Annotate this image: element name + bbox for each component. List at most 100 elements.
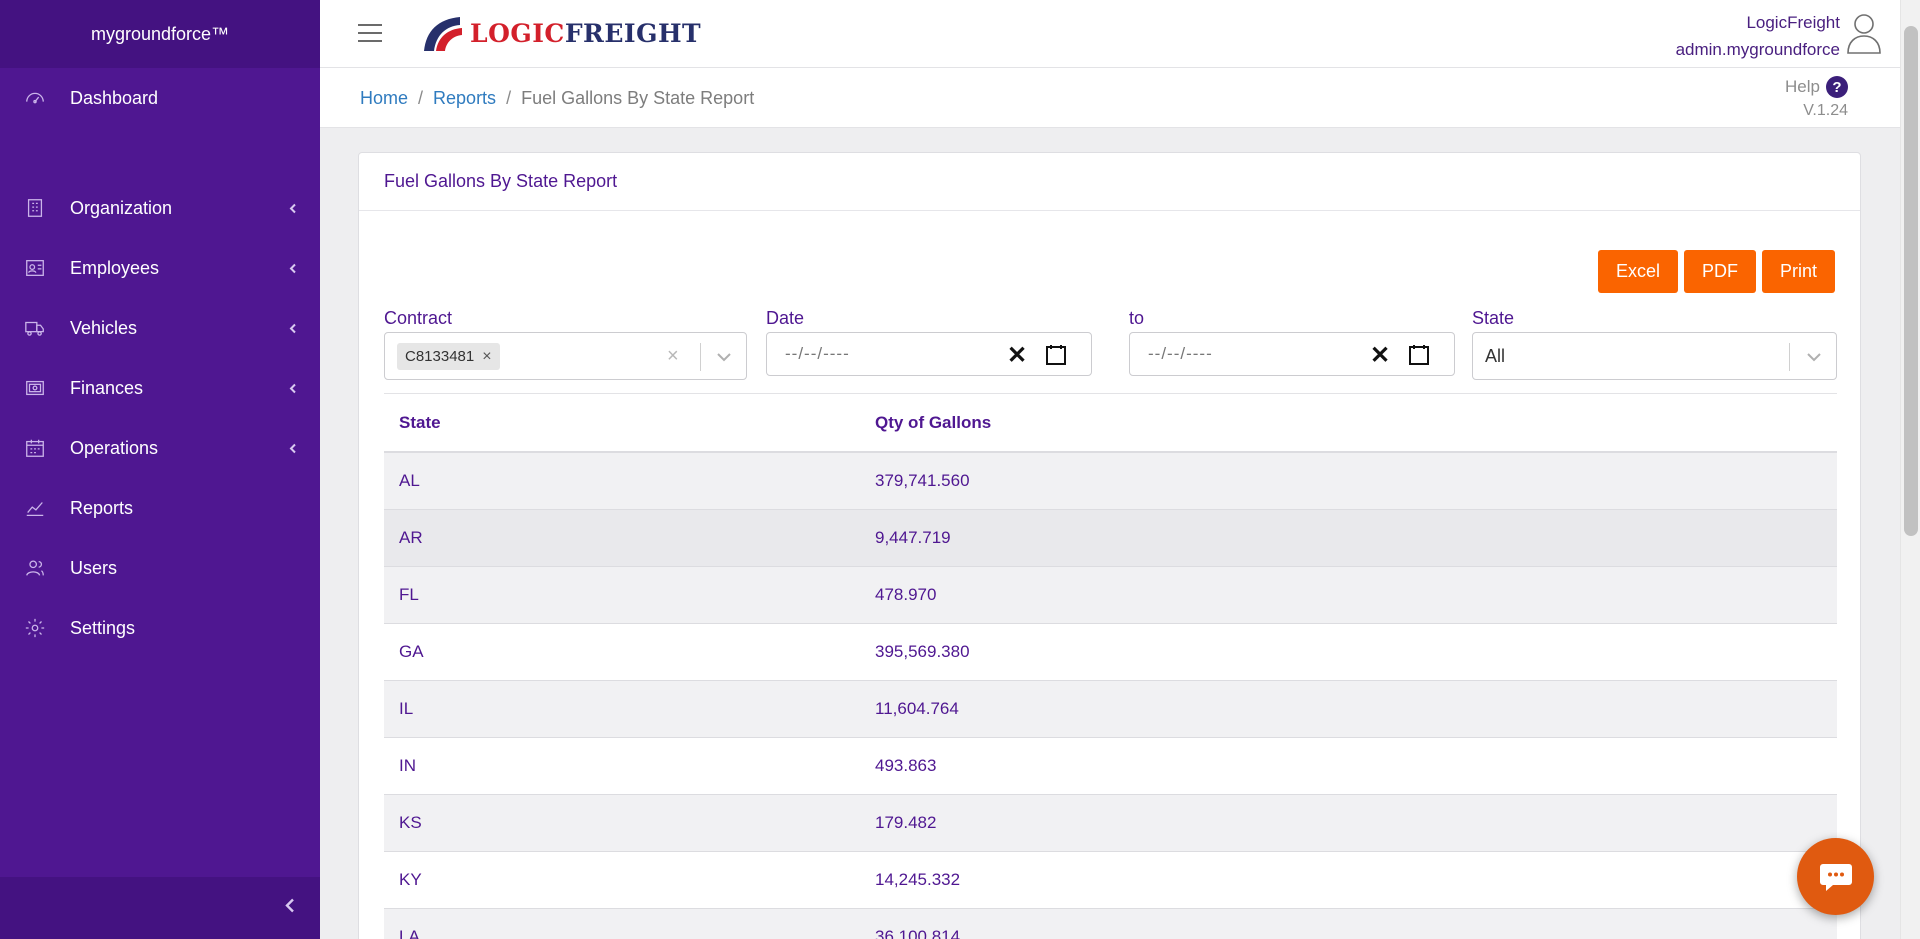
sidebar-nav: Dashboard Organization Employees Vehicle… bbox=[0, 68, 320, 658]
sidebar-item-label: Reports bbox=[70, 497, 134, 518]
logo-text-freight: FREIGHT bbox=[564, 18, 702, 48]
cell-qty: 9,447.719 bbox=[860, 509, 1837, 567]
column-header-qty[interactable]: Qty of Gallons bbox=[860, 395, 1837, 453]
user-avatar-icon[interactable] bbox=[1846, 12, 1882, 54]
table-row[interactable]: KS 179.482 bbox=[384, 794, 1837, 852]
column-header-state[interactable]: State bbox=[384, 395, 860, 453]
table-row[interactable]: KY 14,245.332 bbox=[384, 851, 1837, 909]
gauge-icon bbox=[24, 87, 46, 109]
sidebar-item-label: Vehicles bbox=[70, 317, 138, 338]
help-icon[interactable]: ? bbox=[1826, 76, 1848, 98]
pdf-button[interactable]: PDF bbox=[1683, 250, 1756, 293]
table-header-row: State Qty of Gallons bbox=[384, 395, 1837, 453]
sidebar-item-label: Users bbox=[70, 557, 118, 578]
sidebar-item-operations[interactable]: Operations bbox=[0, 418, 320, 478]
sidebar-item-vehicles[interactable]: Vehicles bbox=[0, 298, 320, 358]
cell-qty: 493.863 bbox=[860, 737, 1837, 795]
cell-state: IL bbox=[384, 680, 860, 738]
calendar-icon bbox=[24, 437, 46, 459]
logo-swoosh-icon bbox=[424, 17, 462, 51]
date-from-label: Date bbox=[766, 308, 805, 328]
contract-select[interactable]: C8133481 × × bbox=[384, 332, 747, 380]
table-row[interactable]: GA 395,569.380 bbox=[384, 623, 1837, 681]
card-title: Fuel Gallons By State Report bbox=[359, 153, 1860, 211]
breadcrumb-bar: Home / Reports / Fuel Gallons By State R… bbox=[320, 68, 1900, 128]
sidebar-item-label: Dashboard bbox=[70, 87, 159, 108]
cell-state: GA bbox=[384, 623, 860, 681]
cell-qty: 395,569.380 bbox=[860, 623, 1837, 681]
calendar-icon[interactable] bbox=[1407, 343, 1431, 372]
sidebar-item-dashboard[interactable]: Dashboard bbox=[0, 68, 320, 128]
help-label: Help bbox=[1785, 77, 1820, 96]
date-from-placeholder: --/--/---- bbox=[785, 344, 850, 363]
breadcrumb-reports[interactable]: Reports bbox=[433, 88, 496, 109]
date-to-input[interactable]: --/--/---- ✕ bbox=[1129, 332, 1455, 376]
state-select[interactable]: All bbox=[1472, 332, 1837, 380]
cell-state: AR bbox=[384, 509, 860, 567]
contract-label: Contract bbox=[384, 308, 453, 328]
sidebar-item-users[interactable]: Users bbox=[0, 538, 320, 598]
table-row[interactable]: FL 478.970 bbox=[384, 566, 1837, 624]
export-actions: Excel PDF Print bbox=[1597, 250, 1835, 293]
chevron-left-icon bbox=[288, 258, 298, 279]
user-info[interactable]: LogicFreight admin.mygroundforce bbox=[1676, 9, 1840, 63]
sidebar-item-reports[interactable]: Reports bbox=[0, 478, 320, 538]
date-to-label: to bbox=[1129, 308, 1145, 328]
cell-qty: 379,741.560 bbox=[860, 452, 1837, 510]
clear-date-icon[interactable]: ✕ bbox=[1370, 341, 1390, 370]
collapse-sidebar-icon[interactable] bbox=[282, 898, 298, 919]
report-card: Fuel Gallons By State Report Excel PDF P… bbox=[358, 152, 1861, 939]
state-label: State bbox=[1472, 308, 1515, 328]
sidebar-item-settings[interactable]: Settings bbox=[0, 598, 320, 658]
chevron-left-icon bbox=[288, 378, 298, 399]
chip-remove-icon[interactable]: × bbox=[482, 348, 491, 366]
company-name: LogicFreight bbox=[1746, 13, 1840, 32]
table-row[interactable]: AL 379,741.560 bbox=[384, 452, 1837, 510]
select-divider bbox=[1789, 343, 1790, 371]
calendar-icon[interactable] bbox=[1044, 343, 1068, 372]
id-card-icon bbox=[24, 257, 46, 279]
table-row[interactable]: IN 493.863 bbox=[384, 737, 1837, 795]
chevron-down-icon[interactable] bbox=[715, 348, 733, 371]
chevron-down-icon[interactable] bbox=[1805, 348, 1823, 371]
menu-toggle-icon[interactable] bbox=[358, 24, 382, 44]
sidebar-brand[interactable]: mygroundforce™ bbox=[0, 0, 320, 68]
table-row[interactable]: LA 36,100.814 bbox=[384, 908, 1837, 939]
sidebar-item-employees[interactable]: Employees bbox=[0, 238, 320, 298]
chevron-left-icon bbox=[288, 198, 298, 219]
help-link[interactable]: Help ? bbox=[1785, 76, 1848, 98]
chart-line-icon bbox=[24, 497, 46, 519]
cell-qty: 14,245.332 bbox=[860, 851, 1837, 909]
table-row[interactable]: AR 9,447.719 bbox=[384, 509, 1837, 567]
print-button[interactable]: Print bbox=[1761, 250, 1835, 293]
cell-state: FL bbox=[384, 566, 860, 624]
sidebar-item-label: Operations bbox=[70, 437, 159, 458]
sidebar-footer bbox=[0, 877, 320, 939]
state-select-value: All bbox=[1485, 346, 1506, 366]
sidebar-item-finances[interactable]: Finances bbox=[0, 358, 320, 418]
chat-button[interactable] bbox=[1797, 838, 1874, 915]
breadcrumb-home[interactable]: Home bbox=[360, 88, 408, 109]
truck-icon bbox=[24, 317, 46, 339]
date-from-input[interactable]: --/--/---- ✕ bbox=[766, 332, 1092, 376]
clear-icon[interactable]: × bbox=[667, 345, 679, 368]
building-icon bbox=[24, 197, 46, 219]
sidebar-item-label: Settings bbox=[70, 617, 136, 638]
breadcrumb-separator: / bbox=[506, 88, 512, 108]
users-icon bbox=[24, 557, 46, 579]
sidebar-item-label: Organization bbox=[70, 197, 173, 218]
table-row[interactable]: IL 11,604.764 bbox=[384, 680, 1837, 738]
top-bar: LOGICFREIGHT LogicFreight admin.myground… bbox=[320, 0, 1900, 68]
logicfreight-logo[interactable]: LOGICFREIGHT bbox=[420, 12, 701, 54]
page-scrollbar[interactable] bbox=[1900, 0, 1920, 939]
excel-button[interactable]: Excel bbox=[1597, 250, 1678, 293]
chevron-left-icon bbox=[288, 318, 298, 339]
cell-qty: 478.970 bbox=[860, 566, 1837, 624]
sidebar-item-organization[interactable]: Organization bbox=[0, 178, 320, 238]
sidebar: mygroundforce™ Dashboard Organization Em… bbox=[0, 0, 320, 939]
clear-date-icon[interactable]: ✕ bbox=[1007, 341, 1027, 370]
report-filters: Contract C8133481 × × Date --/--/---- ✕ … bbox=[384, 308, 1837, 380]
breadcrumb-separator: / bbox=[418, 88, 424, 108]
breadcrumb-current: Fuel Gallons By State Report bbox=[521, 88, 755, 108]
scrollbar-thumb[interactable] bbox=[1904, 26, 1918, 536]
